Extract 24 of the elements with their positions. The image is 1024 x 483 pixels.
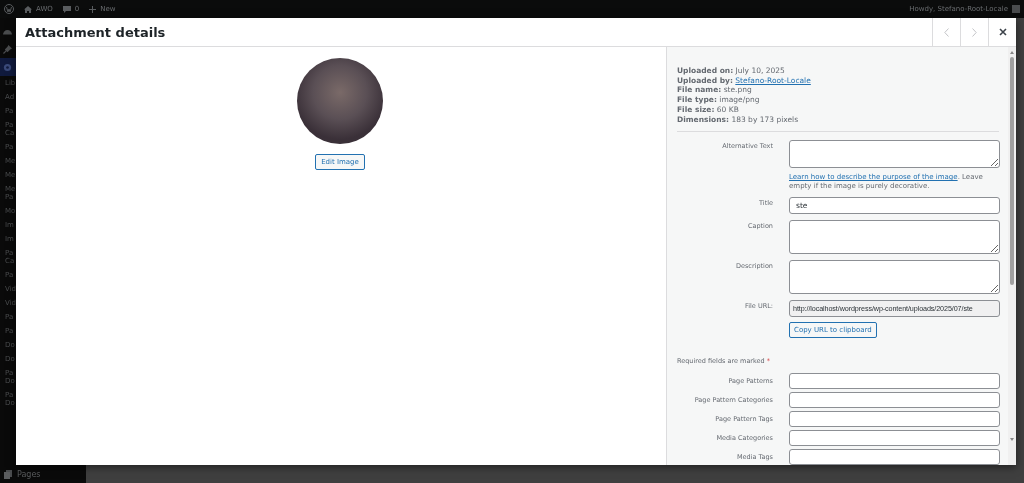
taxonomy-field[interactable] bbox=[789, 392, 1000, 409]
avatar-icon bbox=[1012, 5, 1020, 13]
close-button[interactable] bbox=[988, 18, 1016, 46]
settings-icon[interactable] bbox=[3, 62, 12, 72]
plus-icon bbox=[89, 5, 97, 13]
home-icon bbox=[24, 5, 32, 13]
dashboard-icon[interactable] bbox=[3, 27, 12, 35]
chevron-left-icon bbox=[944, 27, 949, 37]
taxonomy-field[interactable] bbox=[789, 449, 1000, 465]
scrollbar[interactable] bbox=[1008, 47, 1016, 465]
taxonomy-field[interactable] bbox=[789, 373, 1000, 390]
text-area[interactable] bbox=[789, 260, 1000, 295]
chevron-right-icon bbox=[972, 27, 977, 37]
taxonomy-field[interactable] bbox=[789, 411, 1000, 428]
pages-menu-item[interactable]: Pages bbox=[0, 465, 86, 483]
close-icon bbox=[998, 28, 1007, 36]
comment-icon bbox=[62, 5, 71, 13]
pin-icon[interactable] bbox=[3, 44, 12, 54]
taxonomy-field[interactable] bbox=[789, 430, 1000, 447]
pages-icon bbox=[4, 469, 12, 479]
modal-title: Attachment details bbox=[25, 24, 167, 40]
text-area[interactable] bbox=[789, 140, 1000, 169]
wordpress-logo-icon[interactable] bbox=[4, 4, 14, 14]
text-area[interactable] bbox=[789, 220, 1000, 255]
